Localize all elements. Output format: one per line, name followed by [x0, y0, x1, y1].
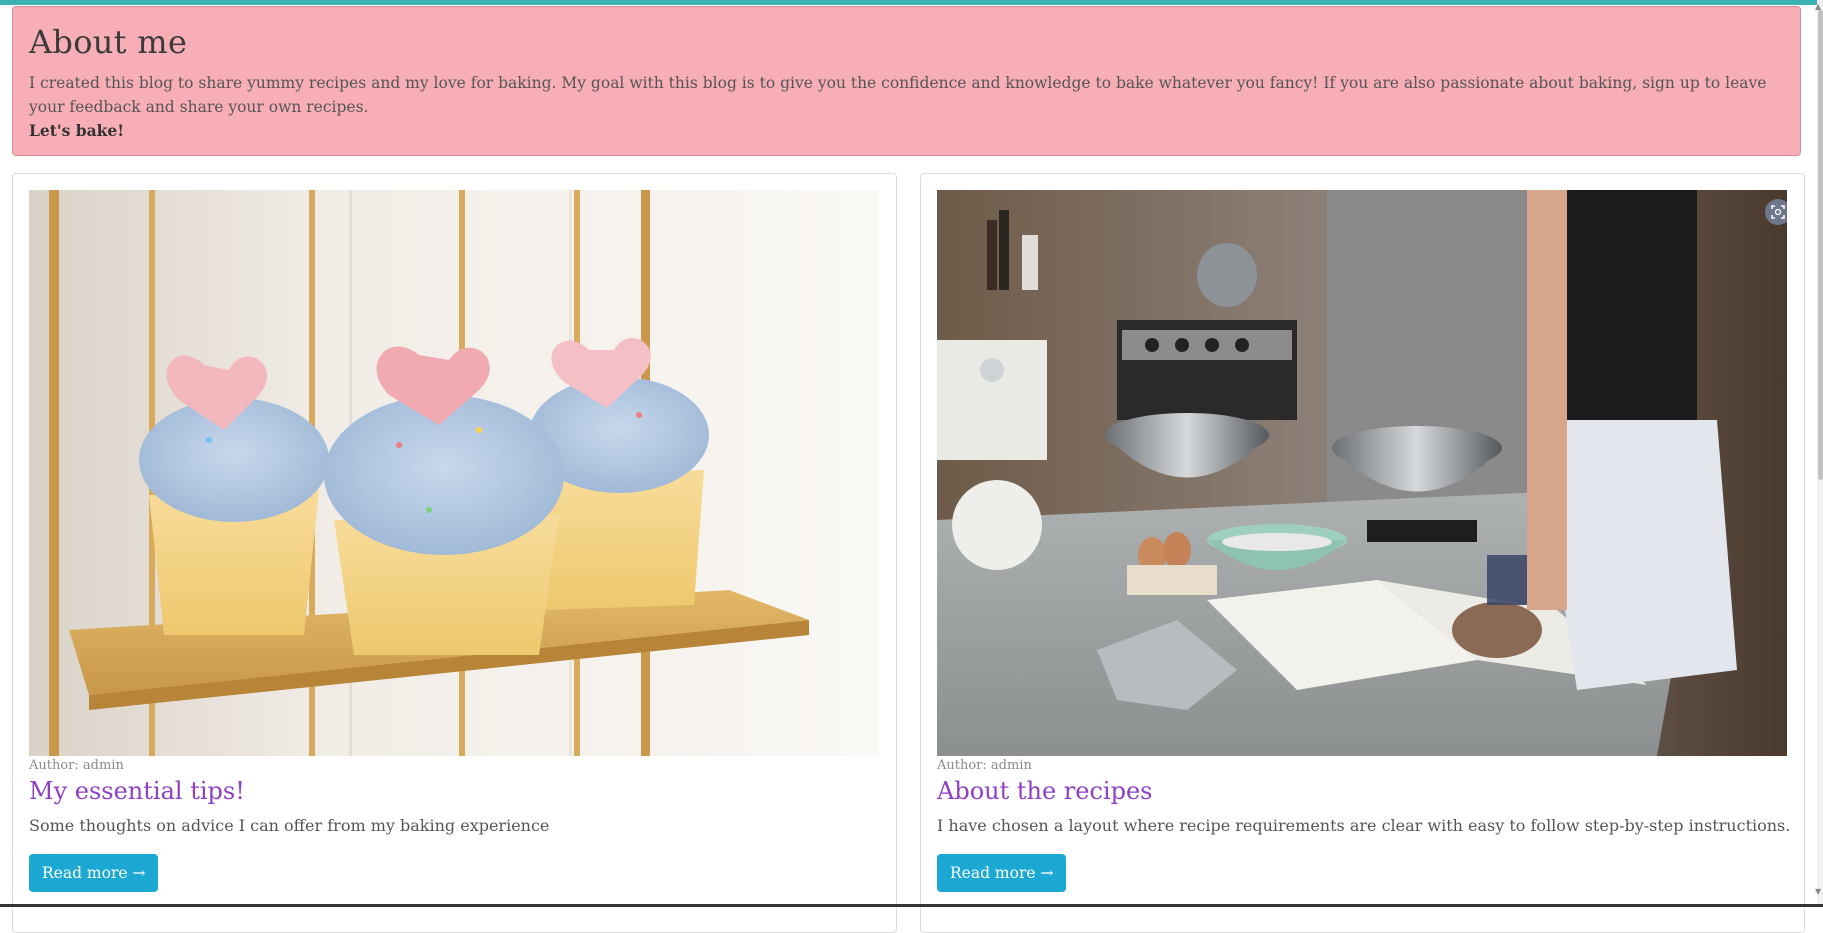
post-author: Author: admin	[937, 758, 1032, 773]
post-image-kitchen	[937, 190, 1787, 756]
about-body: I created this blog to share yummy recip…	[29, 74, 1767, 116]
about-me-panel: About me I created this blog to share yu…	[12, 6, 1801, 156]
read-more-button[interactable]: Read more →	[29, 854, 159, 892]
post-excerpt: I have chosen a layout where recipe requ…	[937, 816, 1791, 835]
post-author: Author: admin	[29, 758, 124, 773]
visual-search-icon[interactable]	[1765, 199, 1787, 225]
about-title: About me	[29, 23, 188, 61]
page-scrollbar[interactable]	[1817, 0, 1823, 907]
post-excerpt: Some thoughts on advice I can offer from…	[29, 816, 550, 835]
post-image-cupcakes	[29, 190, 879, 756]
about-closing: Let's bake!	[29, 121, 125, 140]
scroll-up-icon[interactable]: ▲	[1815, 2, 1823, 11]
post-card-about-recipes: Author: admin About the recipes I have c…	[920, 173, 1805, 933]
top-accent-strip	[0, 0, 1823, 5]
scrollbar-thumb[interactable]	[1818, 10, 1823, 480]
post-title-link[interactable]: My essential tips!	[29, 777, 245, 805]
scroll-down-icon[interactable]: ▼	[1815, 887, 1823, 896]
read-more-button[interactable]: Read more →	[937, 854, 1067, 892]
post-title-link[interactable]: About the recipes	[937, 777, 1152, 805]
post-card-essential-tips: Author: admin My essential tips! Some th…	[12, 173, 897, 933]
